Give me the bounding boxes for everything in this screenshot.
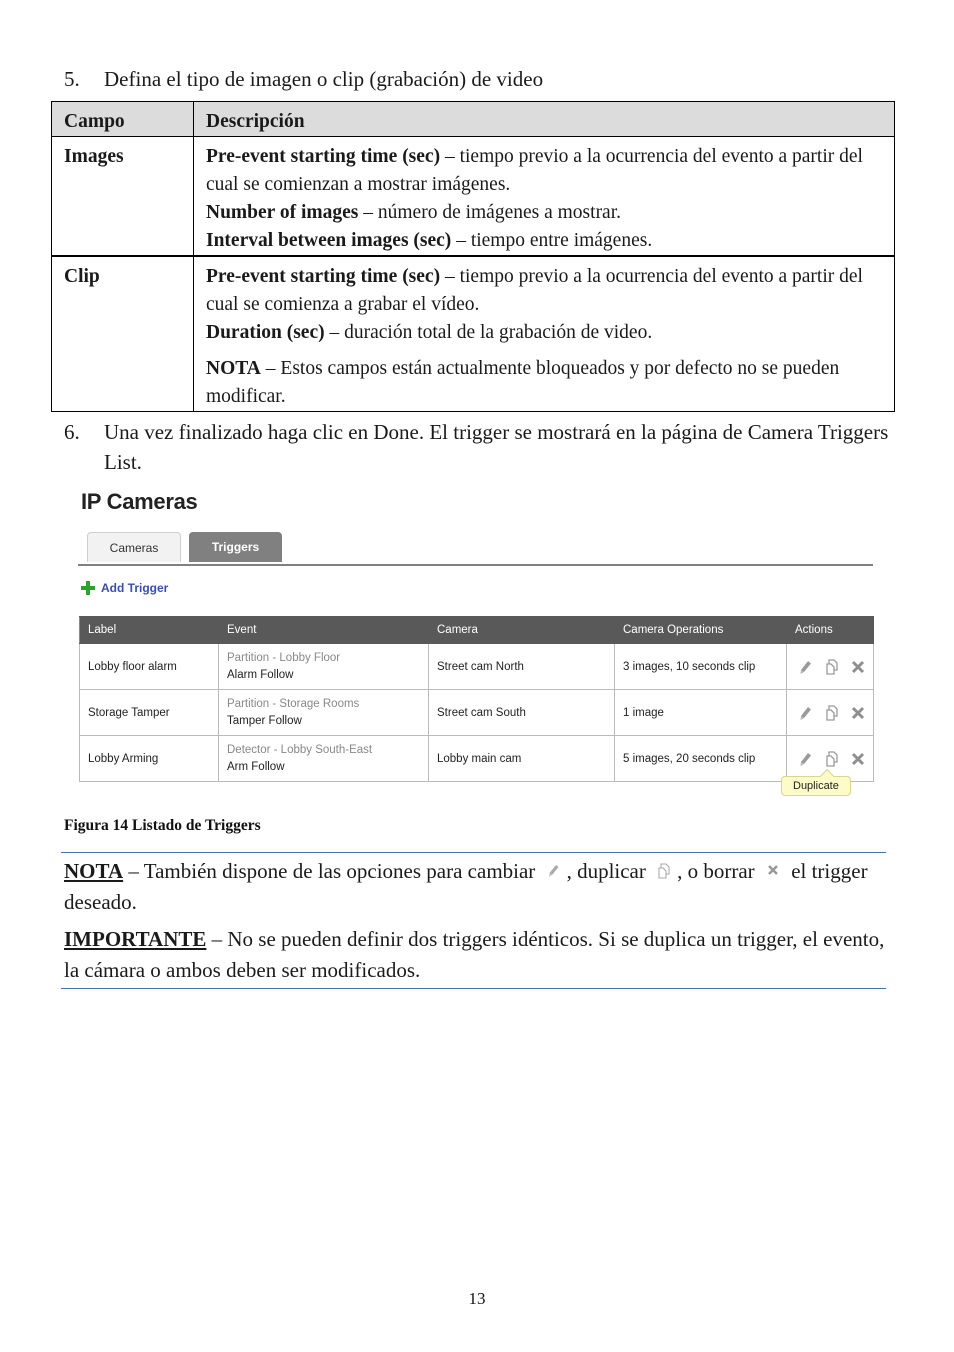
table-row: Lobby Arming Detector - Lobby South-East… [79, 735, 874, 782]
table-row: Storage Tamper Partition - Storage Rooms… [79, 689, 874, 736]
add-trigger-label: Add Trigger [101, 581, 169, 595]
cell-operations: 3 images, 10 seconds clip [614, 643, 787, 690]
tab-bar: Cameras Triggers [78, 532, 873, 566]
fields-table: Campo Descripción Images Pre-event start… [51, 101, 895, 412]
tab-cameras[interactable]: Cameras [87, 532, 181, 562]
term: Pre-event starting time (sec) [206, 146, 441, 167]
event-name: Arm Follow [227, 760, 285, 773]
step-number: 5. [64, 67, 80, 91]
note-box: NOTA – También dispone de las opciones p… [61, 852, 886, 989]
cell-label: Lobby Arming [79, 735, 219, 782]
cell-camera: Street cam South [428, 689, 615, 736]
page-title: IP Cameras [81, 489, 198, 514]
table-row-clip: Clip Pre-event starting time (sec) – tie… [51, 255, 895, 412]
col-actions: Actions [786, 616, 874, 644]
campo-images: Images [51, 136, 194, 257]
cell-label: Storage Tamper [79, 689, 219, 736]
event-name: Alarm Follow [227, 668, 294, 681]
important-paragraph: IMPORTANTE – No se pueden definir dos tr… [61, 924, 886, 986]
event-type: Detector - Lobby South-East [227, 743, 373, 756]
pencil-icon[interactable] [799, 705, 813, 721]
term: Duration (sec) [206, 322, 325, 343]
cell-camera: Lobby main cam [428, 735, 615, 782]
close-icon[interactable] [851, 659, 865, 675]
desc: – número de imágenes a mostrar. [358, 202, 622, 223]
important-lead: IMPORTANTE [64, 927, 207, 951]
duplicate-icon [656, 857, 672, 879]
duplicate-icon[interactable] [825, 750, 839, 767]
note-text: , duplicar [566, 859, 652, 883]
cell-camera: Street cam North [428, 643, 615, 690]
step-5: 5. Defina el tipo de imagen o clip (grab… [64, 64, 894, 96]
term: Pre-event starting time (sec) [206, 266, 441, 287]
desc: – Estos campos están actualmente bloquea… [206, 358, 840, 407]
note-lead: NOTA [64, 859, 124, 883]
header-campo: Campo [51, 101, 194, 137]
duplicate-tooltip: Duplicate [781, 776, 851, 796]
duplicate-icon[interactable] [825, 658, 839, 675]
cell-event: Partition - Lobby Floor Alarm Follow [218, 643, 429, 690]
note-text: – También dispone de las opciones para c… [123, 859, 541, 883]
step-text: Una vez finalizado haga clic en Done. El… [104, 420, 889, 474]
header-descripcion: Descripción [193, 101, 895, 137]
ip-cameras-screenshot: IP Cameras Cameras Triggers Add Trigger … [78, 487, 878, 807]
close-icon[interactable] [851, 751, 865, 767]
tab-triggers[interactable]: Triggers [189, 532, 282, 562]
description-images: Pre-event starting time (sec) – tiempo p… [193, 136, 895, 257]
table-header: Label Event Camera Camera Operations Act… [79, 616, 874, 644]
cell-actions [786, 643, 874, 690]
pencil-icon [546, 857, 562, 877]
col-camera-operations: Camera Operations [614, 616, 787, 644]
event-name: Tamper Follow [227, 714, 302, 727]
cell-operations: 1 image [614, 689, 787, 736]
col-label: Label [79, 616, 219, 644]
figure-caption: Figura 14 Listado de Triggers [64, 817, 261, 834]
table-row-images: Images Pre-event starting time (sec) – t… [51, 136, 895, 257]
step-text: Defina el tipo de imagen o clip (grabaci… [104, 67, 544, 91]
cell-actions [786, 689, 874, 736]
page-number: 13 [468, 1289, 486, 1308]
close-icon[interactable] [851, 705, 865, 721]
cell-event: Partition - Storage Rooms Tamper Follow [218, 689, 429, 736]
term: Interval between images (sec) [206, 230, 452, 251]
note-paragraph: NOTA – También dispone de las opciones p… [61, 856, 886, 918]
table-row: Lobby floor alarm Partition - Lobby Floo… [79, 643, 874, 690]
plus-icon [81, 581, 95, 595]
pencil-icon[interactable] [799, 659, 813, 675]
campo-clip: Clip [51, 255, 194, 412]
cell-operations: 5 images, 20 seconds clip [614, 735, 787, 782]
duplicate-icon[interactable] [825, 704, 839, 721]
event-type: Partition - Lobby Floor [227, 651, 341, 664]
triggers-table: Label Event Camera Camera Operations Act… [79, 616, 874, 782]
term: Number of images [206, 202, 359, 223]
step-6: 6. Una vez finalizado haga clic en Done.… [64, 417, 894, 479]
cell-event: Detector - Lobby South-East Arm Follow [218, 735, 429, 782]
col-camera: Camera [428, 616, 615, 644]
note-text: , o borrar [677, 859, 760, 883]
desc: – duración total de la grabación de vide… [324, 322, 653, 343]
pencil-icon[interactable] [799, 751, 813, 767]
add-trigger-link[interactable]: Add Trigger [81, 579, 168, 597]
description-clip: Pre-event starting time (sec) – tiempo p… [193, 255, 895, 412]
step-number: 6. [64, 420, 80, 444]
term: NOTA [206, 358, 261, 379]
cell-label: Lobby floor alarm [79, 643, 219, 690]
event-type: Partition - Storage Rooms [227, 697, 360, 710]
close-icon [765, 857, 781, 875]
desc: – tiempo entre imágenes. [451, 230, 653, 251]
col-event: Event [218, 616, 429, 644]
